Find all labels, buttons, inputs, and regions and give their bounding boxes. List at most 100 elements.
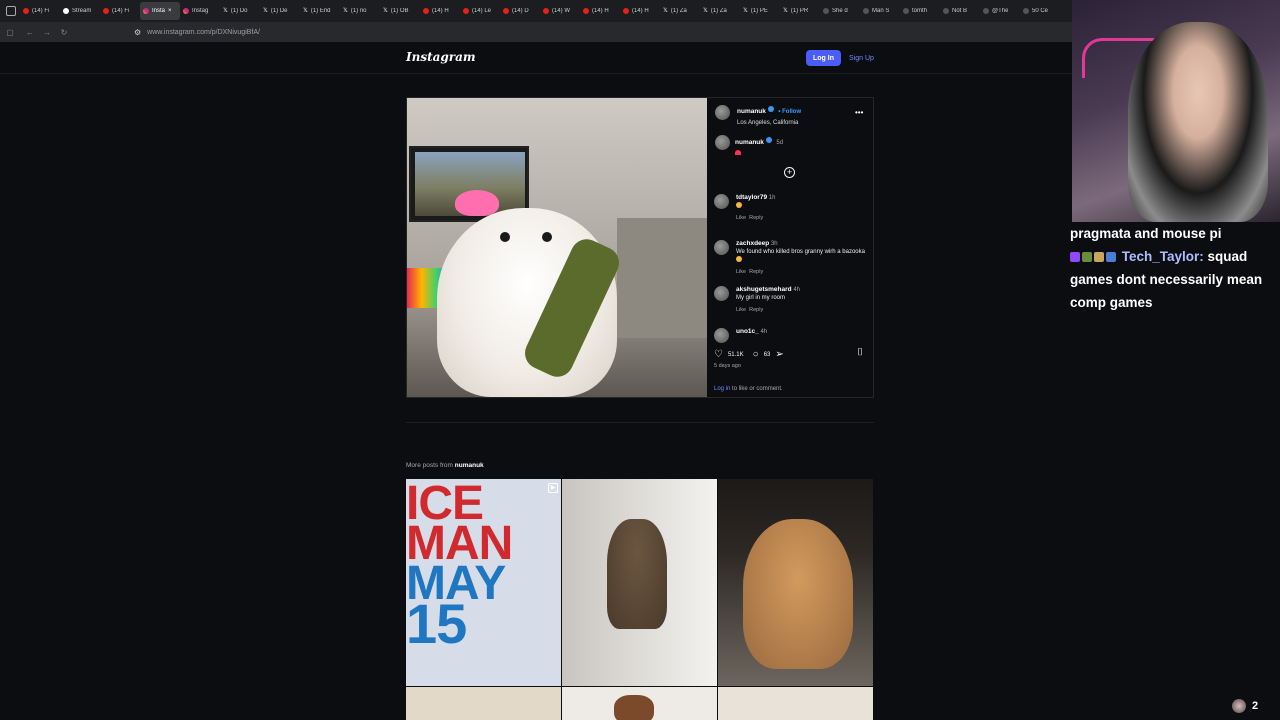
post-location[interactable]: Los Angeles, California (737, 120, 798, 126)
browser-tab-13[interactable]: (14) W (540, 2, 580, 20)
browser-tab-3[interactable]: Insta × (140, 2, 180, 20)
comments-count[interactable]: 63 (764, 352, 771, 358)
commenter-avatar[interactable] (714, 240, 729, 255)
reply-button[interactable]: Reply (749, 215, 763, 221)
sidebar-toggle-icon[interactable]: ▢ (3, 25, 17, 39)
grid-post-3[interactable] (718, 479, 873, 686)
browser-tab-7[interactable]: 𝕏 (1) End (300, 2, 340, 20)
reply-button[interactable]: Reply (749, 269, 763, 275)
commenter-username[interactable]: akshugetsmehard (736, 286, 792, 293)
x-icon: 𝕏 (743, 8, 748, 14)
browser-tab-16[interactable]: 𝕏 (1) Za (660, 2, 700, 20)
tab-label: (1) OB (390, 8, 409, 14)
post-card: numanuk • Follow Los Angeles, California… (406, 97, 874, 398)
browser-tab-24[interactable]: @The (980, 2, 1020, 20)
grid-post-2[interactable] (562, 479, 717, 686)
tiktok-icon (1023, 8, 1029, 14)
browser-tab-21[interactable]: Man S (860, 2, 900, 20)
like-comment-button[interactable]: Like (736, 215, 746, 221)
back-icon[interactable]: ← (23, 25, 37, 39)
viewer-avatar-icon (1232, 699, 1246, 713)
like-comment-button[interactable]: Like (736, 307, 746, 313)
forward-icon[interactable]: → (40, 25, 54, 39)
reload-icon[interactable]: ↻ (57, 25, 71, 39)
login-prompt-text: to like or comment. (730, 386, 783, 392)
login-button[interactable]: Log In (806, 50, 841, 66)
browser-tab-8[interactable]: 𝕏 (1) no (340, 2, 380, 20)
browser-tab-12[interactable]: (14) D (500, 2, 540, 20)
bookmark-icon[interactable]: ⌷ (857, 348, 863, 358)
url-text[interactable]: www.instagram.com/p/DXNivugiBfA/ (147, 29, 260, 36)
follow-link[interactable]: • Follow (778, 109, 801, 115)
reel-icon: ▶ (548, 483, 558, 493)
grid-post-5[interactable] (562, 687, 717, 720)
author-avatar[interactable] (715, 105, 730, 120)
browser-tab-15[interactable]: (14) H (620, 2, 660, 20)
tiktok-icon (943, 8, 949, 14)
commenter-username[interactable]: tdtaylor79 (736, 194, 767, 201)
instagram-icon (183, 8, 189, 14)
reply-button[interactable]: Reply (749, 307, 763, 313)
grid-post-1[interactable]: ICE MAN MAY 15 ▶ (406, 479, 561, 686)
red-heart-emoji (735, 150, 741, 156)
browser-tab-4[interactable]: Instag (180, 2, 220, 20)
browser-toolbar: ▢ ← → ↻ ⚙ www.instagram.com/p/DXNivugiBf… (0, 22, 1072, 42)
browser-tab-25[interactable]: 50 Ce (1020, 2, 1060, 20)
browser-tab-1[interactable]: Stream (60, 2, 100, 20)
more-options-icon[interactable]: ••• (855, 108, 863, 117)
comment-text: We found who killed bros granny wirh a b… (736, 249, 865, 255)
browser-tab-6[interactable]: 𝕏 (1) De (260, 2, 300, 20)
commenter-username[interactable]: uno1c_ (736, 328, 759, 335)
x-icon: 𝕏 (663, 8, 668, 14)
browser-tab-5[interactable]: 𝕏 (1) Do (220, 2, 260, 20)
more-posts-user[interactable]: numanuk (455, 462, 484, 469)
emote-badge-icon (1094, 252, 1104, 263)
commenter-avatar[interactable] (714, 194, 729, 209)
browser-tab-0[interactable]: (14) Fi (20, 2, 60, 20)
browser-tab-17[interactable]: 𝕏 (1) Za (700, 2, 740, 20)
author-username[interactable]: numanuk (737, 108, 766, 115)
browser-tab-2[interactable]: (14) Fi (100, 2, 140, 20)
tiktok-icon (903, 8, 909, 14)
browser-tab-18[interactable]: 𝕏 (1) PE (740, 2, 780, 20)
browser-tab-10[interactable]: (14) H (420, 2, 460, 20)
share-icon[interactable]: ➢ (775, 350, 783, 360)
post-time[interactable]: 5 days ago (714, 363, 741, 369)
heart-icon[interactable]: ♡ (714, 350, 723, 360)
tab-label: Instag (192, 8, 209, 14)
verified-icon (767, 105, 774, 112)
grid-post-6[interactable] (718, 687, 873, 720)
post-image[interactable] (407, 98, 707, 397)
browser-tab-23[interactable]: Not B (940, 2, 980, 20)
caption-username[interactable]: numanuk (735, 139, 764, 146)
login-to-like-link[interactable]: Log in (714, 386, 730, 392)
browser-tab-11[interactable]: (14) Le (460, 2, 500, 20)
browser-tab-14[interactable]: (14) H (580, 2, 620, 20)
browser-tab-9[interactable]: 𝕏 (1) OB (380, 2, 420, 20)
browser-tab-19[interactable]: 𝕏 (1) PR (780, 2, 820, 20)
load-more-comments-icon[interactable]: + (784, 167, 795, 178)
browser-tab-22[interactable]: tomth (900, 2, 940, 20)
instagram-icon (143, 8, 149, 14)
address-bar[interactable]: ⚙ www.instagram.com/p/DXNivugiBfA/ (134, 25, 1064, 39)
like-comment-button[interactable]: Like (736, 269, 746, 275)
commenter-avatar[interactable] (714, 286, 729, 301)
more-posts-prefix: More posts from (406, 462, 455, 469)
signup-link[interactable]: Sign Up (849, 50, 874, 66)
ig-header: Instagram Log In Sign Up (0, 42, 1072, 74)
browser-tab-20[interactable]: She d (820, 2, 860, 20)
grid-post-4[interactable] (406, 687, 561, 720)
comment-body: akshugetsmehard 4h My girl in my room Like… (736, 286, 868, 314)
commenter-avatar[interactable] (714, 328, 729, 343)
instagram-logo[interactable]: Instagram (406, 50, 476, 64)
likes-count[interactable]: 51.1K (728, 352, 744, 358)
caption-avatar[interactable] (715, 135, 730, 150)
tab-actions-icon[interactable] (6, 6, 16, 16)
site-info-icon[interactable]: ⚙ (134, 28, 141, 37)
comment-age: 4h (793, 287, 800, 293)
close-tab-icon[interactable]: × (168, 8, 172, 14)
commenter-username[interactable]: zachxdeep (736, 240, 769, 247)
tab-label: (1) no (350, 8, 367, 14)
tab-label: (1) PE (750, 8, 768, 14)
comment-icon[interactable]: ○ (753, 350, 759, 360)
